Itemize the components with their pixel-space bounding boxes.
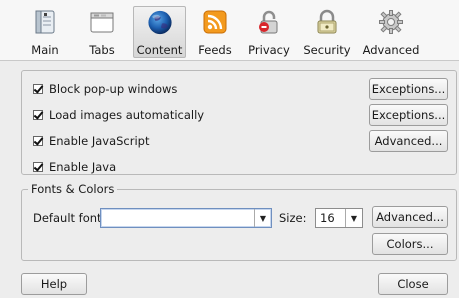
tab-feeds[interactable]: Feeds	[193, 6, 237, 58]
chevron-down-icon: ▼	[254, 209, 271, 227]
rss-icon	[203, 10, 227, 34]
enable-js-row[interactable]: Enable JavaScript	[33, 134, 149, 148]
load-images-label: Load images automatically	[49, 108, 205, 122]
enable-java-row[interactable]: Enable Java	[33, 160, 116, 174]
main-switch-icon	[35, 10, 55, 34]
globe-icon	[147, 10, 172, 35]
block-popups-label: Block pop-up windows	[49, 82, 178, 96]
block-popups-checkbox[interactable]	[33, 84, 43, 94]
enable-java-checkbox[interactable]	[33, 162, 43, 172]
images-exceptions-button[interactable]: Exceptions...	[369, 104, 448, 126]
tab-main[interactable]: Main	[20, 6, 70, 58]
tab-security-label: Security	[303, 43, 351, 57]
tab-privacy[interactable]: Privacy	[245, 6, 293, 58]
gear-icon	[379, 10, 403, 34]
tab-advanced[interactable]: Advanced	[362, 6, 420, 58]
javascript-advanced-button[interactable]: Advanced...	[369, 130, 448, 152]
font-size-select[interactable]: 16 ▼	[315, 208, 363, 228]
chevron-down-icon: ▼	[345, 209, 362, 227]
size-label: Size:	[279, 211, 307, 225]
tab-main-label: Main	[31, 43, 59, 57]
tab-privacy-label: Privacy	[248, 43, 290, 57]
tab-content-label: Content	[136, 43, 183, 57]
default-font-select[interactable]: ▼	[100, 208, 272, 228]
enable-java-label: Enable Java	[49, 160, 117, 174]
safe-lock-icon	[317, 9, 337, 34]
close-button[interactable]: Close	[378, 273, 448, 295]
lock-icon	[259, 10, 278, 34]
tabs-window-icon	[90, 12, 114, 33]
tab-security[interactable]: Security	[300, 6, 354, 58]
tab-content[interactable]: Content	[133, 6, 186, 58]
preferences-toolbar: Main Tabs Content Feeds Privacy Security…	[0, 0, 459, 61]
tab-advanced-label: Advanced	[362, 43, 420, 57]
load-images-checkbox[interactable]	[33, 110, 43, 120]
default-font-label: Default font:	[33, 211, 106, 225]
tab-tabs[interactable]: Tabs	[80, 6, 124, 58]
font-size-value: 16	[320, 211, 335, 225]
popup-exceptions-button[interactable]: Exceptions...	[369, 78, 448, 100]
fonts-colors-title: Fonts & Colors	[28, 182, 118, 196]
tab-feeds-label: Feeds	[198, 43, 232, 57]
fonts-advanced-button[interactable]: Advanced...	[372, 206, 448, 228]
enable-js-checkbox[interactable]	[33, 136, 43, 146]
enable-js-label: Enable JavaScript	[49, 134, 150, 148]
help-button[interactable]: Help	[21, 273, 87, 295]
tab-tabs-label: Tabs	[89, 43, 115, 57]
block-popups-row[interactable]: Block pop-up windows	[33, 82, 177, 96]
load-images-row[interactable]: Load images automatically	[33, 108, 204, 122]
colors-button[interactable]: Colors...	[372, 233, 448, 255]
preferences-window: Main Tabs Content Feeds Privacy Security…	[0, 0, 459, 298]
